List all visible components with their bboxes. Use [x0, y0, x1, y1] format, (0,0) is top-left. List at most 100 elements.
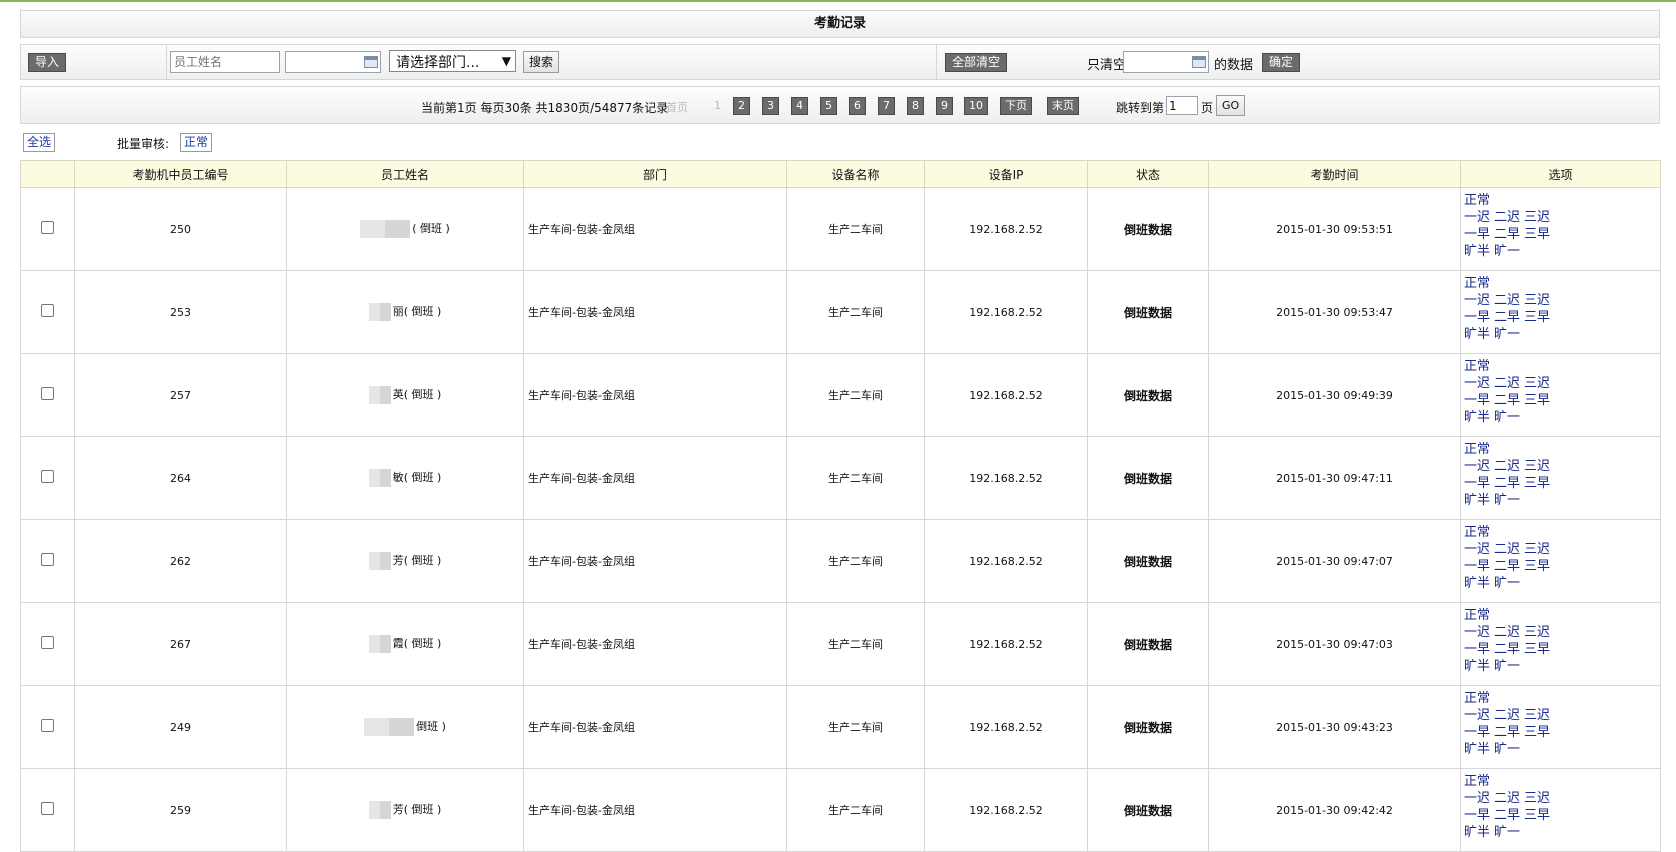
option-late-2[interactable]: 二迟 — [1494, 376, 1520, 391]
option-early-2[interactable]: 二早 — [1494, 393, 1520, 408]
option-late-1[interactable]: 一迟 — [1464, 708, 1490, 723]
page-link-6[interactable]: 6 — [849, 97, 866, 115]
first-page-link[interactable]: 首页 — [666, 99, 688, 115]
option-normal[interactable]: 正常 — [1464, 359, 1490, 374]
page-link-7[interactable]: 7 — [878, 97, 895, 115]
page-link-3[interactable]: 3 — [762, 97, 779, 115]
option-early-1[interactable]: 一早 — [1464, 310, 1490, 325]
option-late-3[interactable]: 三迟 — [1524, 625, 1550, 640]
option-late-1[interactable]: 一迟 — [1464, 293, 1490, 308]
option-late-1[interactable]: 一迟 — [1464, 376, 1490, 391]
option-early-3[interactable]: 三早 — [1524, 227, 1550, 242]
header-department[interactable]: 部门 — [523, 160, 787, 188]
department-select[interactable]: 请选择部门... ▼ — [389, 50, 516, 72]
header-device-ip[interactable]: 设备IP — [924, 160, 1088, 188]
option-late-1[interactable]: 一迟 — [1464, 625, 1490, 640]
row-checkbox[interactable] — [41, 304, 54, 317]
option-late-2[interactable]: 二迟 — [1494, 210, 1520, 225]
option-early-3[interactable]: 三早 — [1524, 725, 1550, 740]
option-absent-half[interactable]: 旷半 — [1464, 493, 1490, 508]
option-early-1[interactable]: 一早 — [1464, 808, 1490, 823]
option-early-2[interactable]: 二早 — [1494, 808, 1520, 823]
option-absent-half[interactable]: 旷半 — [1464, 825, 1490, 840]
option-absent-half[interactable]: 旷半 — [1464, 659, 1490, 674]
confirm-button[interactable]: 确定 — [1262, 53, 1301, 72]
row-checkbox[interactable] — [41, 719, 54, 732]
option-early-2[interactable]: 二早 — [1494, 310, 1520, 325]
option-absent-one[interactable]: 旷一 — [1494, 410, 1520, 425]
page-link-8[interactable]: 8 — [907, 97, 924, 115]
option-late-3[interactable]: 三迟 — [1524, 293, 1550, 308]
option-late-1[interactable]: 一迟 — [1464, 542, 1490, 557]
option-early-3[interactable]: 三早 — [1524, 310, 1550, 325]
row-checkbox[interactable] — [41, 221, 54, 234]
go-button[interactable]: GO — [1216, 95, 1246, 116]
option-early-1[interactable]: 一早 — [1464, 476, 1490, 491]
option-normal[interactable]: 正常 — [1464, 774, 1490, 789]
row-checkbox[interactable] — [41, 802, 54, 815]
option-early-3[interactable]: 三早 — [1524, 808, 1550, 823]
employee-name-input[interactable] — [170, 51, 280, 73]
date-input[interactable] — [285, 51, 381, 73]
option-early-1[interactable]: 一早 — [1464, 642, 1490, 657]
option-normal[interactable]: 正常 — [1464, 442, 1490, 457]
import-button[interactable]: 导入 — [28, 53, 67, 72]
option-absent-one[interactable]: 旷一 — [1494, 742, 1520, 757]
option-early-3[interactable]: 三早 — [1524, 393, 1550, 408]
option-early-2[interactable]: 二早 — [1494, 642, 1520, 657]
option-early-1[interactable]: 一早 — [1464, 393, 1490, 408]
option-late-1[interactable]: 一迟 — [1464, 459, 1490, 474]
jump-page-input[interactable] — [1166, 96, 1198, 115]
option-early-2[interactable]: 二早 — [1494, 725, 1520, 740]
option-late-1[interactable]: 一迟 — [1464, 791, 1490, 806]
option-normal[interactable]: 正常 — [1464, 193, 1490, 208]
option-early-3[interactable]: 三早 — [1524, 642, 1550, 657]
option-absent-one[interactable]: 旷一 — [1494, 244, 1520, 259]
option-absent-one[interactable]: 旷一 — [1494, 659, 1520, 674]
option-late-3[interactable]: 三迟 — [1524, 376, 1550, 391]
option-early-1[interactable]: 一早 — [1464, 559, 1490, 574]
row-checkbox[interactable] — [41, 470, 54, 483]
option-early-2[interactable]: 二早 — [1494, 559, 1520, 574]
calendar-icon[interactable] — [1192, 56, 1206, 68]
option-late-3[interactable]: 三迟 — [1524, 210, 1550, 225]
option-late-2[interactable]: 二迟 — [1494, 459, 1520, 474]
header-status[interactable]: 状态 — [1087, 160, 1209, 188]
option-late-3[interactable]: 三迟 — [1524, 542, 1550, 557]
option-normal[interactable]: 正常 — [1464, 525, 1490, 540]
option-absent-one[interactable]: 旷一 — [1494, 493, 1520, 508]
option-late-3[interactable]: 三迟 — [1524, 459, 1550, 474]
option-early-1[interactable]: 一早 — [1464, 725, 1490, 740]
page-link-10[interactable]: 10 — [964, 97, 988, 115]
row-checkbox[interactable] — [41, 636, 54, 649]
row-checkbox[interactable] — [41, 553, 54, 566]
option-absent-half[interactable]: 旷半 — [1464, 410, 1490, 425]
page-link-2[interactable]: 2 — [733, 97, 750, 115]
option-late-2[interactable]: 二迟 — [1494, 542, 1520, 557]
option-early-3[interactable]: 三早 — [1524, 476, 1550, 491]
option-late-3[interactable]: 三迟 — [1524, 708, 1550, 723]
option-absent-one[interactable]: 旷一 — [1494, 576, 1520, 591]
header-employee-id[interactable]: 考勤机中员工编号 — [74, 160, 287, 188]
option-normal[interactable]: 正常 — [1464, 691, 1490, 706]
option-late-3[interactable]: 三迟 — [1524, 791, 1550, 806]
row-checkbox[interactable] — [41, 387, 54, 400]
next-page-link[interactable]: 下页 — [1000, 97, 1032, 115]
option-late-2[interactable]: 二迟 — [1494, 708, 1520, 723]
clear-date-input[interactable] — [1123, 51, 1209, 73]
page-link-9[interactable]: 9 — [936, 97, 953, 115]
header-device-name[interactable]: 设备名称 — [786, 160, 925, 188]
clear-all-button[interactable]: 全部清空 — [945, 53, 1008, 72]
page-link-5[interactable]: 5 — [820, 97, 837, 115]
batch-normal-button[interactable]: 正常 — [180, 133, 213, 152]
select-all-button[interactable]: 全选 — [23, 133, 56, 152]
option-absent-half[interactable]: 旷半 — [1464, 742, 1490, 757]
option-absent-half[interactable]: 旷半 — [1464, 244, 1490, 259]
option-late-2[interactable]: 二迟 — [1494, 293, 1520, 308]
option-absent-half[interactable]: 旷半 — [1464, 327, 1490, 342]
header-time[interactable]: 考勤时间 — [1208, 160, 1461, 188]
search-button[interactable]: 搜索 — [523, 51, 560, 73]
option-early-2[interactable]: 二早 — [1494, 227, 1520, 242]
option-early-1[interactable]: 一早 — [1464, 227, 1490, 242]
option-absent-half[interactable]: 旷半 — [1464, 576, 1490, 591]
